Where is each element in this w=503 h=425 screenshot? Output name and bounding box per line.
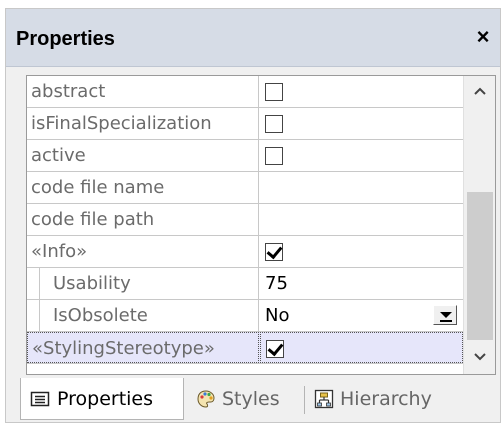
property-row[interactable]: abstract <box>27 76 463 108</box>
close-icon[interactable]: × <box>472 25 494 49</box>
property-name: code file path <box>27 204 259 235</box>
tab-label: Styles <box>222 388 280 410</box>
property-name: active <box>27 140 259 171</box>
property-value[interactable]: No <box>260 300 463 331</box>
scroll-up-button[interactable] <box>464 78 495 106</box>
checkbox-checked[interactable] <box>265 243 283 261</box>
property-row[interactable]: Usability 75 <box>27 268 463 300</box>
checkbox[interactable] <box>265 115 283 133</box>
checkbox[interactable] <box>265 83 283 101</box>
property-row[interactable]: code file path <box>27 204 463 236</box>
property-row[interactable]: «Info» <box>27 236 463 268</box>
property-name: «StylingStereotype» <box>27 332 259 363</box>
property-name: code file name <box>27 172 259 203</box>
scroll-thumb[interactable] <box>467 192 493 340</box>
checkbox-checked[interactable] <box>266 340 284 358</box>
property-grid-area: abstract isFinalSpecialization active code … <box>26 75 496 375</box>
panel-tabs: Properties Styles Hierarchy <box>20 378 500 422</box>
dropdown-arrow-icon <box>440 312 452 318</box>
property-row[interactable]: «StylingStereotype» <box>27 332 463 364</box>
property-row[interactable]: IsObsolete No <box>27 300 463 332</box>
properties-panel: Properties × abstract isFinalSpecializati… <box>5 8 501 423</box>
hierarchy-icon <box>314 389 334 409</box>
chevron-up-icon <box>474 87 486 95</box>
property-name: IsObsolete <box>27 300 259 331</box>
property-value[interactable] <box>260 204 463 235</box>
property-value[interactable] <box>260 108 463 139</box>
property-value[interactable]: 75 <box>260 268 463 299</box>
property-row[interactable]: active <box>27 140 463 172</box>
property-value[interactable] <box>260 172 463 203</box>
styles-palette-icon <box>197 390 215 408</box>
chevron-down-icon <box>474 353 486 361</box>
property-name: Usability <box>27 268 259 299</box>
tab-properties[interactable]: Properties <box>20 378 184 420</box>
tab-hierarchy[interactable]: Hierarchy <box>312 378 462 420</box>
checkbox[interactable] <box>265 147 283 165</box>
property-value[interactable] <box>260 140 463 171</box>
panel-titlebar: Properties × <box>6 9 500 67</box>
property-name: «Info» <box>27 236 259 267</box>
tab-label: Properties <box>57 388 154 410</box>
property-row[interactable]: code file name <box>27 172 463 204</box>
dropdown-bar <box>440 320 452 322</box>
scroll-down-button[interactable] <box>464 344 495 372</box>
properties-list-icon <box>30 391 50 407</box>
dropdown-button[interactable] <box>433 305 457 325</box>
property-name: abstract <box>27 76 259 107</box>
panel-title: Properties <box>16 28 115 50</box>
tab-styles[interactable]: Styles <box>192 378 302 420</box>
property-row[interactable]: isFinalSpecialization <box>27 108 463 140</box>
tab-label: Hierarchy <box>340 388 432 410</box>
property-value[interactable] <box>260 332 463 363</box>
dropdown-value: No <box>265 305 290 326</box>
property-grid: abstract isFinalSpecialization active code … <box>27 76 463 374</box>
property-value[interactable] <box>260 236 463 267</box>
text-value: 75 <box>265 273 288 294</box>
vertical-scrollbar[interactable] <box>463 76 495 374</box>
property-name: isFinalSpecialization <box>27 108 259 139</box>
tab-separator <box>304 386 305 414</box>
property-value[interactable] <box>260 76 463 107</box>
